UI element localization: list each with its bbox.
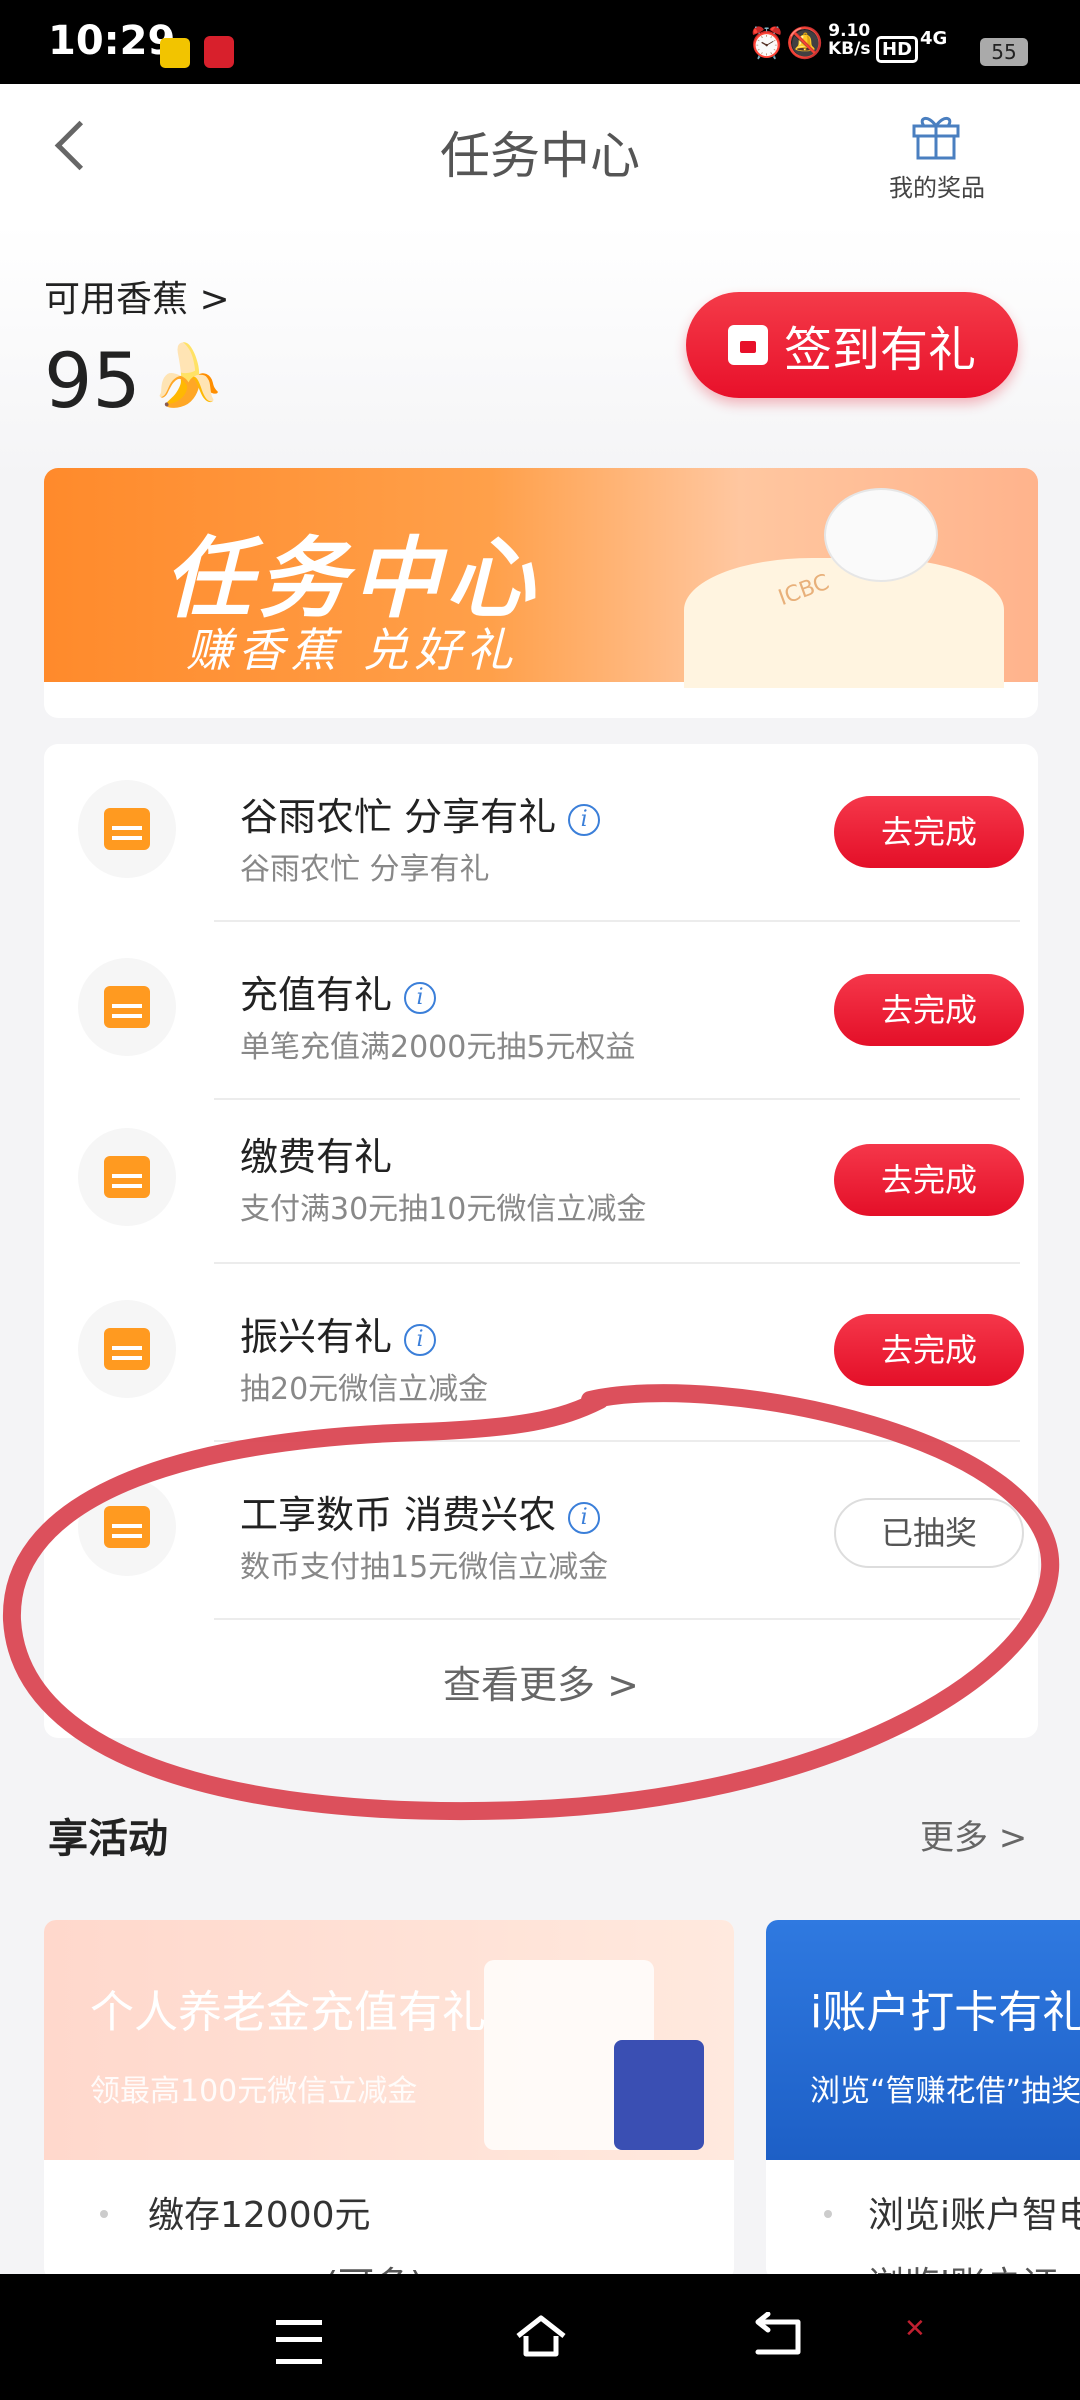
- annotation-circle: [2, 1384, 1060, 1821]
- network-speed: 9.10 KB/s: [828, 21, 871, 59]
- activity-title: 个人养老金充值有礼: [90, 1987, 486, 2038]
- info-icon[interactable]: i: [568, 803, 601, 836]
- bullet: [824, 2210, 832, 2218]
- task-go-button[interactable]: 去完成: [834, 796, 1024, 868]
- home-icon[interactable]: [514, 2314, 568, 2358]
- activity-banner: [766, 1920, 1080, 2160]
- signin-gift-button[interactable]: 签到有礼: [686, 292, 1018, 398]
- banana-count: 95: [44, 336, 141, 425]
- mascot-illustration: [824, 488, 938, 582]
- divider: [214, 1098, 1020, 1100]
- task-description: 谷雨农忙 分享有礼: [240, 852, 490, 887]
- divider: [214, 920, 1020, 922]
- bullet: [100, 2210, 108, 2218]
- banner-card[interactable]: ICBC 任务中心 赚香蕉 兑好礼: [44, 468, 1038, 718]
- task-go-button[interactable]: 去完成: [834, 974, 1024, 1046]
- watermark-logo-icon: ✕: [904, 2314, 926, 2344]
- battery-indicator: 55: [980, 38, 1028, 66]
- gift-icon[interactable]: [910, 110, 962, 162]
- task-center-banner: ICBC 任务中心 赚香蕉 兑好礼: [44, 468, 1038, 688]
- info-icon[interactable]: i: [404, 1323, 437, 1356]
- activity-card[interactable]: 个人养老金充值有礼 领最高100元微信立减金 缴存12000元 (可多): [44, 1920, 734, 2280]
- hd-badge: HD: [876, 36, 919, 63]
- my-prizes-label[interactable]: 我的奖品: [880, 168, 994, 203]
- activity-card[interactable]: i账户打卡有礼 浏览“管赚花借”抽奖 浏览i账户智电 浏览i账户证...: [766, 1920, 1080, 2280]
- calendar-icon: [104, 808, 150, 850]
- available-bananas-link[interactable]: 可用香蕉 >: [44, 270, 230, 322]
- task-title: 充值有礼 i: [240, 964, 437, 1019]
- system-nav-bar: ✕: [0, 2274, 1080, 2400]
- task-description: 单笔充值满2000元抽5元权益: [240, 1030, 636, 1065]
- activity-title: i账户打卡有礼: [810, 1987, 1080, 2038]
- calendar-icon: [104, 1156, 150, 1198]
- activity-item: 缴存12000元: [148, 2195, 371, 2236]
- task-title: 缴费有礼: [240, 1135, 393, 1179]
- activity-subtitle: 浏览“管赚花借”抽奖: [810, 2074, 1080, 2109]
- top-nav: 任务中心 我的奖品: [0, 84, 1080, 224]
- activities-more-link[interactable]: 更多 >: [920, 1810, 1027, 1859]
- banner-subtitle: 赚香蕉 兑好礼: [186, 623, 519, 677]
- activity-banner: [44, 1920, 734, 2160]
- back-icon[interactable]: [752, 2312, 808, 2360]
- task-icon-wrapper: [78, 1128, 176, 1226]
- task-icon-wrapper: [78, 958, 176, 1056]
- divider: [214, 1262, 1020, 1264]
- calendar-icon: [104, 986, 150, 1028]
- menu-icon[interactable]: [276, 2320, 322, 2364]
- alarm-icon: ⏰: [748, 26, 786, 61]
- task-icon-wrapper: [78, 780, 176, 878]
- calculator-illustration: [614, 2040, 704, 2150]
- activity-subtitle: 领最高100元微信立减金: [90, 2074, 418, 2109]
- activities-title: 享活动: [48, 1816, 168, 1862]
- network-type: 4G: [920, 28, 948, 49]
- signin-label: 签到有礼: [783, 322, 976, 378]
- calendar-icon: [104, 1328, 150, 1370]
- banana-icon: 🍌: [150, 341, 225, 411]
- task-go-button[interactable]: 去完成: [834, 1144, 1024, 1216]
- status-time: 10:29: [48, 18, 176, 64]
- task-go-button[interactable]: 去完成: [834, 1314, 1024, 1386]
- calendar-icon: [727, 325, 768, 365]
- status-bar: 10:29 ⏰ 🔕 9.10 KB/s HD 4G 55: [0, 0, 1080, 84]
- info-icon[interactable]: i: [404, 981, 437, 1014]
- task-title: 振兴有礼 i: [240, 1306, 437, 1361]
- activity-item: 浏览i账户智电: [868, 2195, 1080, 2236]
- mute-icon: 🔕: [786, 26, 824, 61]
- task-title: 谷雨农忙 分享有礼 i: [240, 786, 601, 841]
- app-notification-icon: [204, 36, 234, 68]
- app-notification-icon: [160, 38, 190, 68]
- book-illustration: [684, 558, 1004, 688]
- task-description: 支付满30元抽10元微信立减金: [240, 1192, 647, 1227]
